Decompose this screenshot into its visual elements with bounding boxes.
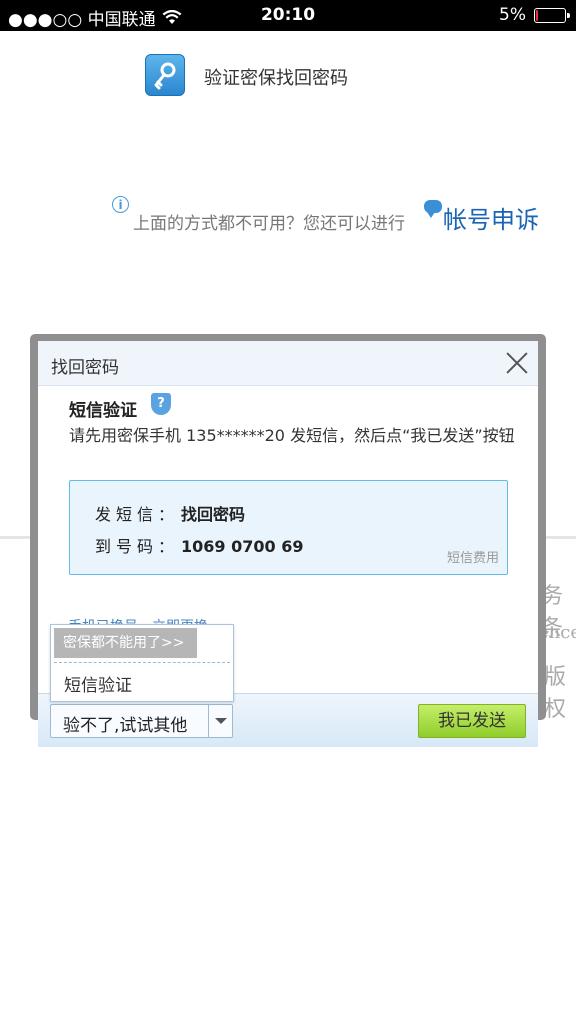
sms-number-label: 到号码： bbox=[95, 537, 180, 556]
verify-security-title[interactable]: 验证密保找回密码 bbox=[204, 64, 348, 90]
battery-icon bbox=[534, 7, 570, 23]
status-bar: ●●●○○ 中国联通 20:10 5% bbox=[0, 0, 576, 31]
button-separator bbox=[208, 705, 209, 737]
dialog-header: 找回密码 bbox=[38, 341, 538, 386]
menu-divider bbox=[54, 662, 230, 663]
menu-item-sms-verify[interactable]: 短信验证 bbox=[64, 671, 132, 696]
sms-fee-link[interactable]: 短信费用 bbox=[447, 547, 499, 566]
chevron-down-icon[interactable] bbox=[215, 718, 227, 724]
close-icon[interactable] bbox=[504, 350, 530, 376]
sms-content-value: 找回密码 bbox=[181, 505, 246, 524]
sms-verify-heading: 短信验证 bbox=[69, 401, 137, 421]
sms-content-label: 发短信： bbox=[95, 505, 180, 524]
try-other-methods-button[interactable]: 验不了,试试其他 bbox=[50, 704, 233, 738]
sent-button[interactable]: 我已发送 bbox=[418, 704, 526, 738]
chat-bubble-icon bbox=[424, 200, 442, 218]
dialog-title: 找回密码 bbox=[51, 358, 119, 378]
alternative-hint: 上面的方式都不可用？您还可以进行 bbox=[133, 214, 405, 234]
key-icon bbox=[145, 54, 185, 96]
menu-item-security-unusable[interactable]: 密保都不能用了>> bbox=[54, 628, 197, 658]
sms-instruction: 请先用密保手机 135******20 发短信，然后点“我已发送”按钮 bbox=[69, 426, 515, 445]
battery-tip bbox=[567, 12, 570, 18]
sms-number-value: 1069 0700 69 bbox=[181, 537, 304, 556]
account-appeal-link[interactable]: 帐号申诉 bbox=[443, 200, 539, 235]
recover-password-dialog: 找回密码 短信验证 ? 请先用密保手机 135******20 发短信，然后点“… bbox=[38, 341, 538, 747]
help-shield-icon[interactable]: ? bbox=[151, 393, 171, 415]
other-methods-menu: 密保都不能用了>> 短信验证 bbox=[50, 624, 234, 702]
sms-info-box: 发短信： 找回密码 到号码： 1069 0700 69 短信费用 bbox=[69, 480, 508, 575]
clock: 20:10 bbox=[260, 5, 316, 25]
battery-level bbox=[536, 9, 538, 21]
background-fragment: 版权 bbox=[544, 665, 567, 722]
battery-percent: 5% bbox=[499, 5, 526, 25]
sms-content-row: 发短信： 找回密码 bbox=[95, 501, 245, 525]
sms-number-row: 到号码： 1069 0700 69 bbox=[95, 533, 303, 557]
try-other-label: 验不了,试试其他 bbox=[63, 716, 188, 736]
info-icon: i bbox=[112, 196, 129, 213]
